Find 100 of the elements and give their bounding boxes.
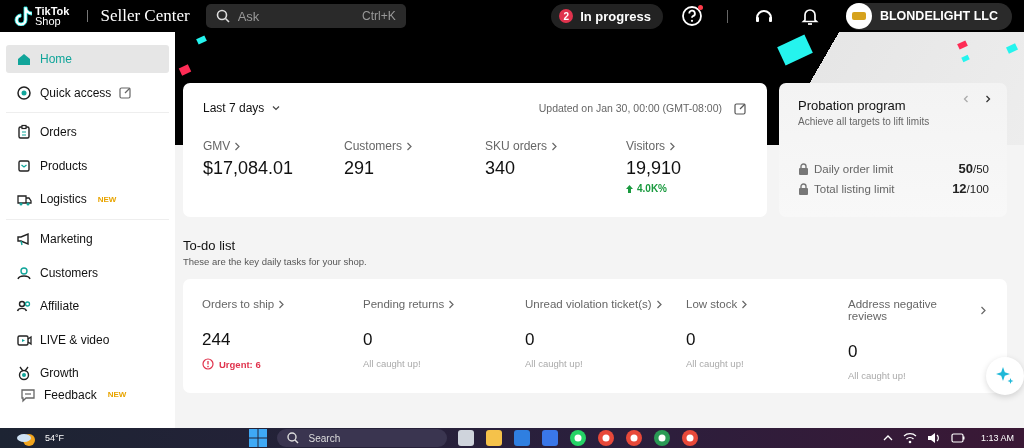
status-note: All caught up! [363,358,422,369]
alert-icon [202,358,214,370]
limit-value: 50/50 [958,161,989,176]
confetti-shape [1006,43,1018,54]
metric-link[interactable]: Customers [344,139,413,153]
new-label: NEW [97,194,117,204]
limit-value: 12/100 [952,181,989,196]
taskbar-search[interactable]: Search [276,429,447,447]
confetti-shape [961,54,970,63]
note-logo-icon [14,6,32,26]
edit-icon [119,86,133,100]
chevron-right-icon [983,94,993,104]
avatar-icon [845,3,872,29]
app-icon[interactable] [568,429,587,447]
brand-title: Seller Center [100,6,190,26]
status-note: All caught up! [525,358,584,369]
package-icon [16,157,32,174]
change-value: 4.0K% [637,183,667,194]
app-icon[interactable] [596,429,615,447]
task-count: 0 [686,330,697,350]
arrow-up-icon [626,184,633,193]
metric-link[interactable]: SKU orders [485,139,559,153]
section-subtitle: These are the key daily tasks for your shop. [183,256,368,267]
sidebar-item[interactable]: LIVE & video [6,325,169,354]
metric-link[interactable]: GMV [203,139,242,153]
metric-value: 19,910 [626,158,683,179]
confetti-shape [178,64,192,76]
feedback-link[interactable]: Feedback NEW [6,386,169,403]
chevron-right-icon [448,299,456,309]
sidebar-item[interactable]: Products [6,151,169,180]
shortcut-hint: Ctrl+K [361,9,396,23]
chevron-up-icon [883,433,893,443]
windows-icon [248,429,267,447]
chevron-right-icon [741,299,749,309]
new-label: NEW [107,390,127,400]
metric-link[interactable]: Visitors [626,139,677,153]
search-input[interactable]: Ask [235,7,356,25]
task-link[interactable]: Pending returns [363,298,456,310]
metric-value: 291 [344,158,376,179]
metric-value: 340 [485,158,517,179]
search-icon [286,432,299,444]
temperature: 54°F [45,433,65,443]
sidebar-item[interactable]: Customers [6,258,169,287]
confetti-shape [957,40,968,50]
card-subtitle: Achieve all targets to lift limits [798,116,931,127]
lock-icon [798,162,809,175]
update-time: Updated on Jan 30, 00:00 (GMT-08:00) [538,102,722,114]
confetti-shape [196,35,207,45]
sidebar-item[interactable]: Quick access [6,78,169,107]
search-bar[interactable]: Ask Ctrl+K [205,4,406,28]
count-badge: 2 [559,9,574,23]
speaker-icon [927,432,941,444]
bell-icon [799,6,820,26]
chevron-down-icon [271,103,282,113]
task-link[interactable]: Address negative reviews [848,298,987,322]
medal-icon [16,365,32,382]
search-icon [215,9,230,23]
sidebar-item[interactable]: Marketing [6,224,169,253]
lock-icon [798,182,809,195]
sidebar-item[interactable]: Growth [6,359,169,388]
task-link[interactable]: Unread violation ticket(s) [525,298,663,310]
period-dropdown[interactable]: Last 7 days [203,101,282,115]
app-icon[interactable] [652,429,671,447]
account-button[interactable]: BLONDELIGHT LLC [845,2,1012,30]
chevron-right-icon [234,141,242,151]
megaphone-icon [16,230,32,247]
urgent-text: Urgent: 6 [219,358,261,370]
wifi-icon [903,432,917,444]
person-icon [16,264,32,281]
sidebar-item[interactable]: Logistics NEW [6,185,169,214]
app-icon[interactable] [484,429,503,447]
sidebar-item[interactable]: Orders [6,118,169,147]
sidebar-item[interactable]: Affiliate [6,292,169,321]
chevron-right-icon [551,141,559,151]
chevron-right-icon [655,299,663,309]
task-link[interactable]: Orders to ship [202,298,286,310]
task-count: 0 [848,342,859,362]
card-title: Probation program [798,98,907,113]
battery-icon [951,432,965,444]
app-icon[interactable] [456,429,475,447]
task-count: 244 [202,330,232,350]
logo-text: Shop [35,16,62,26]
task-count: 0 [525,330,536,350]
logo-text: TikTok [35,6,70,16]
chevron-right-icon [980,305,987,315]
task-count: 0 [363,330,374,350]
chevron-right-icon [669,141,677,151]
chevron-right-icon [406,141,413,151]
limit-label: Daily order limit [814,162,894,175]
status-note: All caught up! [848,370,907,381]
chevron-right-icon [278,299,286,309]
help-icon [680,5,703,27]
app-icon[interactable] [624,429,643,447]
chat-icon [20,386,36,403]
sparkle-icon [995,366,1015,386]
metric-value: $17,084.01 [203,158,295,179]
progress-button[interactable]: 2 In progress [551,3,663,29]
limit-label: Total listing limit [814,182,895,195]
app-icon[interactable] [680,429,699,447]
task-link[interactable]: Low stock [686,298,749,310]
